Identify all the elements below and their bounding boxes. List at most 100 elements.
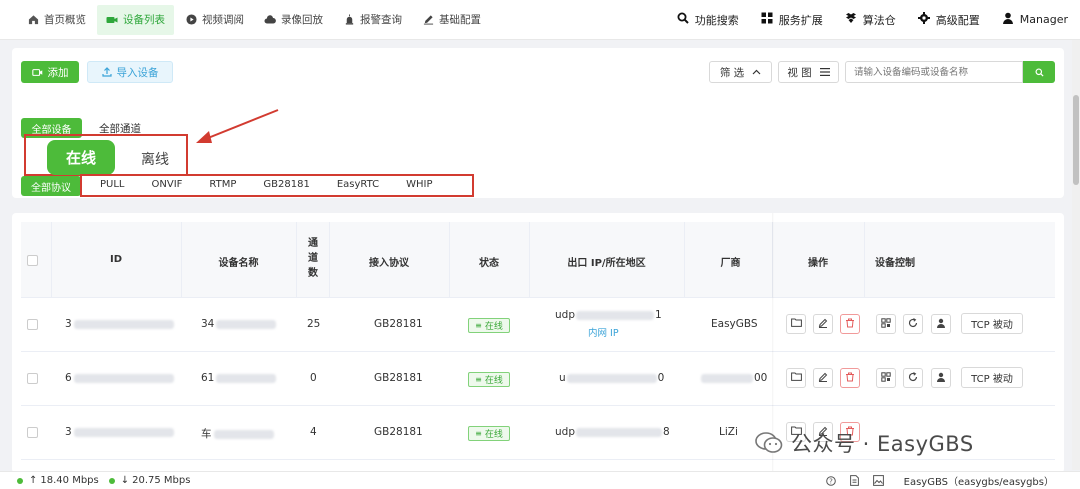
document-icon[interactable] [849,475,859,486]
row-name-text: 车 [201,428,212,440]
table-row[interactable]: 6 61 0 GB28181 ≡ 在线 u0 00 TCP 被动 [21,352,1055,406]
nav-right: 功能搜索 服务扩展 算法仓 高级配置 Manager [655,12,1080,28]
refresh-button[interactable] [903,368,923,388]
user-settings-button[interactable] [931,368,951,388]
status-list-icon: ≡ [475,375,482,384]
search-button[interactable] [1023,61,1055,83]
edit-button[interactable] [813,314,833,334]
device-search-input[interactable] [845,61,1023,83]
nav-item-home[interactable]: 首页概览 [18,5,95,35]
row-checkbox[interactable] [27,373,38,384]
page-scrollbar[interactable] [1072,40,1080,470]
tcp-mode-button[interactable]: TCP 被动 [961,367,1023,388]
nav-item-device-list[interactable]: 设备列表 [97,4,174,35]
folder-button[interactable] [786,314,806,334]
filter-label: 筛 选 [719,66,745,79]
qrcode-icon [881,371,891,385]
status-dot-icon [17,477,23,484]
row-checkbox[interactable] [27,427,38,438]
user-settings-button[interactable] [931,314,951,334]
upload-icon [101,67,112,77]
row-checkbox[interactable] [27,319,38,330]
grid-icon [761,12,773,27]
row-id: 6 [65,372,174,384]
download-speed-value: 20.75 Mbps [132,475,191,486]
status-badge: ≡ 在线 [468,372,510,387]
qrcode-button[interactable] [876,314,896,334]
nav-label: 设备列表 [123,14,165,26]
status-badge: ≡ 在线 [468,426,510,441]
nav-r-label: Manager [1019,13,1068,26]
camera-add-icon [31,68,43,77]
play-icon [185,14,197,26]
tcp-mode-button[interactable]: TCP 被动 [961,313,1023,334]
nav-left: 首页概览 设备列表 视频调阅 录像回放 报警查询 基础配置 [0,0,492,39]
row-ip-suffix: 8 [663,426,670,438]
nav-item-alarm[interactable]: 报警查询 [334,5,411,35]
arrow-down-icon: ↓ [120,475,130,486]
upload-speed-value: 18.40 Mbps [40,475,99,486]
nav-user[interactable]: Manager [1002,12,1068,27]
nav-item-playback[interactable]: 录像回放 [255,5,332,35]
row-id-text: 6 [65,372,72,384]
row-ip-text: udp [555,309,575,321]
row-ip-text: u [559,372,566,384]
row-channels: 4 [310,426,317,438]
filter-button[interactable]: 筛 选 [709,61,772,83]
header-status: 状态 [479,258,499,269]
edit-icon [818,318,828,331]
nav-item-video[interactable]: 视频调阅 [176,5,253,35]
row-ip-sub: 内网 IP [588,328,619,339]
tab-all-protocols[interactable]: 全部协议 [21,176,81,196]
qrcode-button[interactable] [876,368,896,388]
select-all-checkbox[interactable] [27,255,38,266]
help-icon[interactable]: ? [825,475,836,486]
nav-r-label: 高级配置 [935,13,980,27]
server-info: EasyGBS（easygbs/easygbs） [903,477,1054,488]
refresh-button[interactable] [903,314,923,334]
image-icon[interactable] [872,475,884,486]
nav-label: 报警查询 [360,14,402,26]
add-device-button[interactable]: 添加 [21,61,79,83]
header-id: ID [109,254,123,265]
delete-button[interactable] [840,314,860,334]
nav-extend[interactable]: 服务扩展 [761,12,823,28]
user-icon [1002,12,1014,27]
wechat-icon [755,431,783,455]
status-list-icon: ≡ [475,321,482,330]
annotation-box-protocols [80,174,474,197]
header-name: 设备名称 [218,258,259,269]
view-button[interactable]: 视 图 [778,61,839,83]
nav-item-config[interactable]: 基础配置 [413,5,490,35]
row-protocol: GB28181 [374,318,423,330]
row-ip-suffix: 0 [657,372,665,384]
home-icon [27,14,39,26]
row-vendor: LiZi [719,426,738,438]
row-vendor-suffix: 00 [754,372,768,384]
scrollbar-thumb[interactable] [1073,95,1079,185]
nav-r-label: 服务扩展 [778,13,823,27]
edit-button[interactable] [813,368,833,388]
menu-icon [819,68,830,76]
nav-advanced[interactable]: 高级配置 [917,12,980,28]
nav-algo[interactable]: 算法仓 [845,12,896,28]
status-online-tab[interactable]: 在线 [47,140,115,175]
view-label: 视 图 [787,66,812,79]
status-list-icon: ≡ [475,429,482,438]
import-device-button[interactable]: 导入设备 [87,61,173,83]
row-channels: 0 [310,372,317,384]
row-id: 3 [65,318,174,330]
user-icon [936,318,946,331]
watermark: 公众号 · EasyGBS [755,428,974,458]
header-channels: 通道数 [308,238,318,279]
folder-button[interactable] [786,368,806,388]
delete-button[interactable] [840,368,860,388]
table-row[interactable]: 3 34 25 GB28181 ≡ 在线 udp 1 内网 IP EasyGBS … [21,298,1055,352]
nav-search[interactable]: 功能搜索 [677,12,739,28]
folder-icon [790,318,802,330]
refresh-icon [908,371,918,385]
status-offline-tab[interactable]: 离线 [141,149,169,169]
row-id-text: 3 [65,318,72,330]
status-text: 在线 [484,376,503,386]
row-protocol: GB28181 [374,426,423,438]
